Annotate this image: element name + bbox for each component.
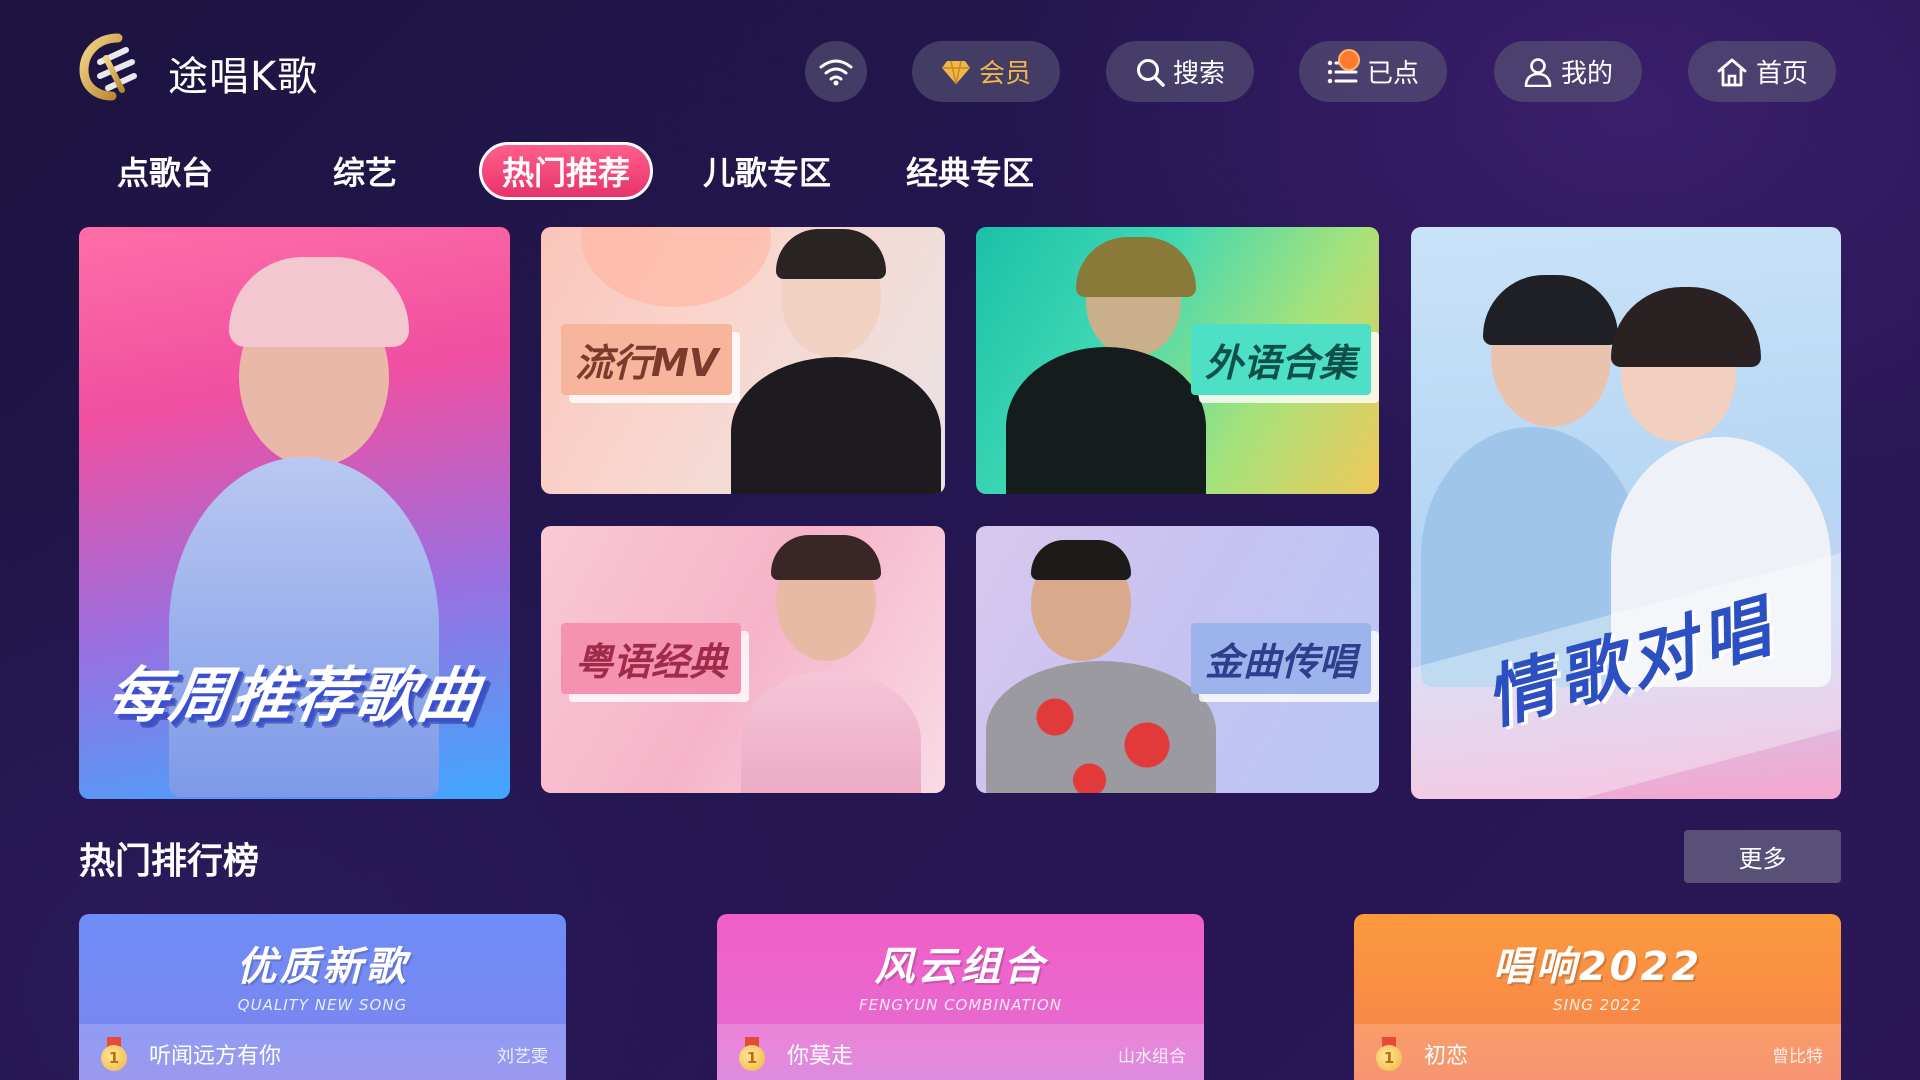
my-profile-button[interactable]: 我的 [1494, 41, 1642, 102]
wifi-button[interactable] [805, 41, 867, 102]
weekly-recommend-card[interactable]: 每周推荐歌曲 [79, 227, 510, 799]
search-icon [1135, 57, 1165, 87]
ranking-list-header: 优质新歌 QUALITY NEW SONG [79, 914, 566, 1024]
cantonese-classics-card[interactable]: 粤语经典 [541, 526, 945, 793]
medal-icon: 1 [99, 1037, 129, 1071]
singer-photo [996, 237, 1216, 494]
golden-hits-label: 金曲传唱 [1191, 623, 1372, 694]
user-icon [1523, 57, 1553, 87]
vip-label: 会员 [978, 59, 1031, 89]
golden-hits-card[interactable]: 金曲传唱 [976, 526, 1379, 793]
home-button[interactable]: 首页 [1688, 41, 1836, 102]
search-label: 搜索 [1172, 59, 1225, 89]
app-title: 途唱K歌 [168, 54, 319, 100]
ranking-list-header: 风云组合 FENGYUN COMBINATION [717, 914, 1204, 1024]
tab-kids-songs[interactable]: 儿歌专区 [692, 142, 842, 200]
queued-songs-button[interactable]: 已点 [1299, 41, 1447, 102]
song-title: 你莫走 [787, 1044, 854, 1069]
weekly-recommend-label: 每周推荐歌曲 [103, 661, 486, 731]
diamond-icon [941, 59, 971, 85]
ranking-list-title: 风云组合 [874, 944, 1047, 990]
singer-name: 曾比特 [1772, 1046, 1823, 1067]
singer-name: 刘艺雯 [497, 1046, 548, 1067]
singer-photo [731, 229, 941, 494]
queue-count-badge [1338, 49, 1360, 71]
singer-photo [986, 540, 1216, 793]
vip-button[interactable]: 会员 [912, 41, 1060, 102]
queue-label: 已点 [1366, 59, 1419, 89]
tab-classics[interactable]: 经典专区 [895, 142, 1045, 200]
search-button[interactable]: 搜索 [1106, 41, 1254, 102]
pop-mv-card[interactable]: 流行MV [541, 227, 945, 494]
song-title: 听闻远方有你 [149, 1044, 282, 1069]
tab-hot-recommend[interactable]: 热门推荐 [479, 142, 653, 200]
wifi-icon [819, 58, 853, 86]
ranking-list-card[interactable]: 风云组合 FENGYUN COMBINATION 1 你莫走 山水组合 [717, 914, 1204, 1080]
ranking-song-row[interactable]: 1 初恋 曾比特 [1354, 1024, 1841, 1080]
ranking-section-title: 热门排行榜 [79, 841, 260, 882]
mine-label: 我的 [1560, 59, 1613, 89]
ranking-song-row[interactable]: 1 听闻远方有你 刘艺雯 [79, 1024, 566, 1080]
app-logo [78, 32, 142, 102]
home-label: 首页 [1755, 59, 1808, 89]
ranking-song-row[interactable]: 1 你莫走 山水组合 [717, 1024, 1204, 1080]
medal-icon: 1 [1374, 1037, 1404, 1071]
cantonese-classics-label: 粤语经典 [561, 623, 742, 694]
ranking-list-subtitle: QUALITY NEW SONG [237, 996, 408, 1014]
tab-variety[interactable]: 综艺 [310, 142, 420, 200]
ranking-list-header: 唱响2022 SING 2022 [1354, 914, 1841, 1024]
ranking-list-subtitle: FENGYUN COMBINATION [858, 996, 1063, 1014]
medal-icon: 1 [737, 1037, 767, 1071]
singer-photo [731, 535, 931, 793]
ranking-list-subtitle: SING 2022 [1553, 996, 1642, 1014]
pop-mv-label: 流行MV [561, 324, 733, 395]
ranking-list-title: 唱响2022 [1492, 944, 1703, 990]
home-icon [1716, 57, 1748, 87]
ranking-list-card[interactable]: 优质新歌 QUALITY NEW SONG 1 听闻远方有你 刘艺雯 [79, 914, 566, 1080]
singer-name: 山水组合 [1118, 1046, 1186, 1067]
song-title: 初恋 [1424, 1044, 1469, 1069]
love-duet-card[interactable]: 情歌对唱 [1411, 227, 1841, 799]
more-button[interactable]: 更多 [1684, 830, 1841, 883]
foreign-songs-label: 外语合集 [1191, 324, 1372, 395]
ranking-list-title: 优质新歌 [236, 944, 409, 990]
tab-song-station[interactable]: 点歌台 [100, 142, 230, 200]
foreign-songs-card[interactable]: 外语合集 [976, 227, 1379, 494]
ranking-list-card[interactable]: 唱响2022 SING 2022 1 初恋 曾比特 [1354, 914, 1841, 1080]
